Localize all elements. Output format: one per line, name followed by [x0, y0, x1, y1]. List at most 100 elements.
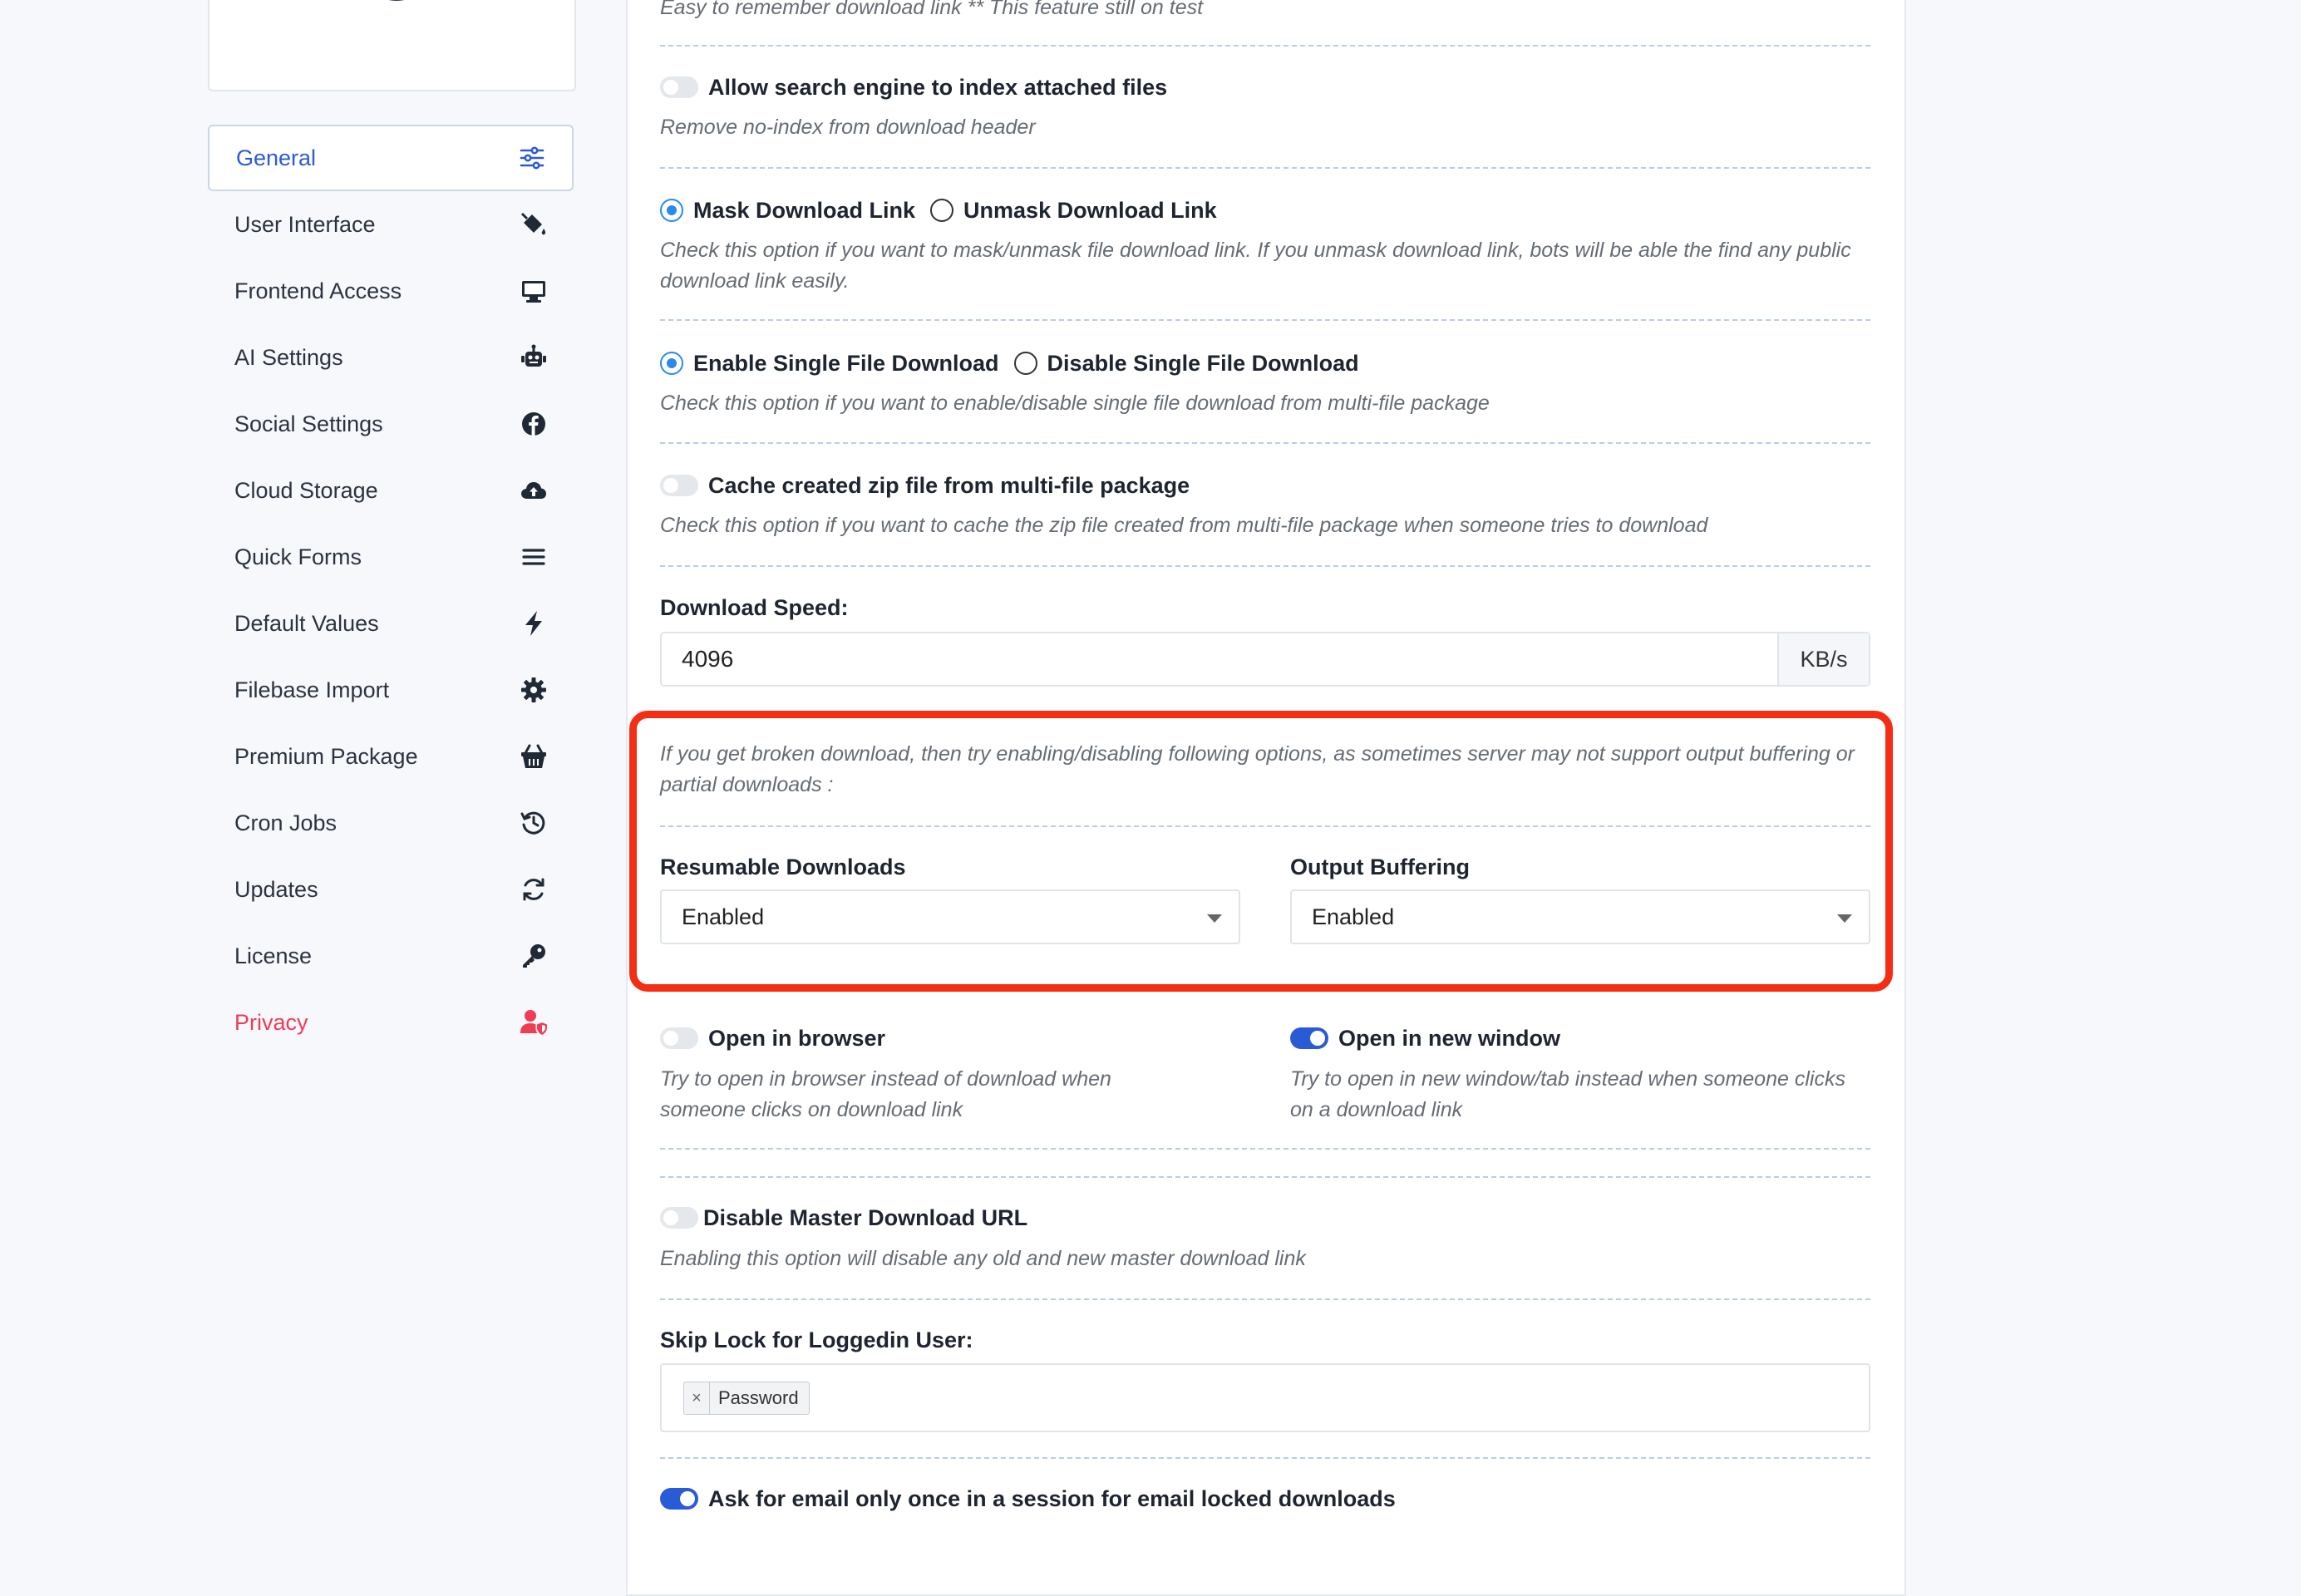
- sidebar-item-label: AI Settings: [234, 344, 343, 370]
- skip-lock-tags-input[interactable]: × Password: [660, 1363, 1870, 1432]
- bars-icon: [519, 542, 549, 572]
- sidebar-item-label: Quick Forms: [234, 544, 362, 569]
- sidebar-item-label: Premium Package: [234, 743, 418, 769]
- ask-email-label: Ask for email only once in a session for…: [708, 1485, 1396, 1511]
- sidebar-item-label: Privacy: [234, 1009, 308, 1035]
- download-speed-label: Download Speed:: [660, 595, 849, 620]
- sidebar-item-label: Default Values: [234, 610, 379, 636]
- sidebar-item-general[interactable]: General: [208, 125, 574, 191]
- sidebar-nav: General User Interface Frontend Access A…: [208, 125, 574, 1056]
- open-browser-label: Open in browser: [708, 1025, 886, 1051]
- sidebar-item-frontend-access[interactable]: Frontend Access: [208, 258, 574, 324]
- divider: [660, 565, 1870, 567]
- divider: [660, 45, 1870, 47]
- link-feature-note: Easy to remember download link ** This f…: [660, 0, 1204, 19]
- single-file-row: Enable Single File Download Disable Sing…: [660, 349, 1359, 377]
- disable-master-toggle[interactable]: [660, 1207, 698, 1229]
- mask-link-row: Mask Download Link Unmask Download Link: [660, 196, 1217, 224]
- divider: [660, 1176, 1870, 1178]
- highlight-annotation: [629, 711, 1893, 992]
- disable-single-file-label: Disable Single File Download: [1047, 350, 1359, 376]
- open-new-window-note: Try to open in new window/tab instead wh…: [1290, 1067, 1845, 1121]
- sidebar-item-cron-jobs[interactable]: Cron Jobs: [208, 790, 574, 856]
- gear-icon: [519, 675, 549, 705]
- cache-zip-note: Check this option if you want to cache t…: [660, 514, 1708, 537]
- open-browser-note: Try to open in browser instead of downlo…: [660, 1067, 1111, 1121]
- open-browser-toggle[interactable]: [660, 1027, 698, 1049]
- basket-icon: [519, 741, 549, 771]
- sidebar-item-label: Updates: [234, 876, 318, 902]
- download-speed-input[interactable]: 4096: [662, 633, 1777, 685]
- sidebar-item-label: Filebase Import: [234, 677, 390, 702]
- paint-bucket-icon: [519, 209, 549, 239]
- sidebar-item-premium-package[interactable]: Premium Package: [208, 723, 574, 790]
- sidebar-item-label: License: [234, 943, 313, 968]
- open-new-window-label: Open in new window: [1338, 1025, 1560, 1051]
- tag-remove-button[interactable]: ×: [684, 1382, 710, 1414]
- divider: [660, 1148, 1870, 1150]
- sync-icon: [519, 874, 549, 904]
- unmask-link-label: Unmask Download Link: [963, 197, 1217, 223]
- sliders-icon: [517, 143, 547, 173]
- mask-link-label: Mask Download Link: [693, 197, 916, 223]
- sidebar-item-user-interface[interactable]: User Interface: [208, 191, 574, 258]
- open-new-window-toggle[interactable]: [1290, 1027, 1328, 1049]
- index-files-note: Remove no-index from download header: [660, 116, 1036, 139]
- sidebar-item-label: Cron Jobs: [234, 810, 338, 835]
- open-new-window-row: Open in new window: [1290, 1024, 1560, 1052]
- sidebar-item-ai-settings[interactable]: AI Settings: [208, 324, 574, 391]
- sidebar-item-label: User Interface: [234, 211, 376, 237]
- sidebar-item-social-settings[interactable]: Social Settings: [208, 391, 574, 457]
- open-browser-row: Open in browser: [660, 1024, 885, 1052]
- cache-zip-label: Cache created zip file from multi-file p…: [708, 472, 1190, 498]
- bolt-icon: [519, 608, 549, 638]
- sidebar-item-label: Frontend Access: [234, 278, 402, 303]
- divider: [660, 442, 1870, 444]
- index-files-row: Allow search engine to index attached fi…: [660, 73, 1167, 101]
- history-icon: [519, 808, 549, 838]
- sidebar-item-label: Cloud Storage: [234, 477, 378, 503]
- sidebar-item-label: General: [236, 145, 317, 170]
- unmask-link-radio[interactable]: [930, 199, 954, 222]
- skip-lock-label: Skip Lock for Loggedin User:: [660, 1328, 973, 1352]
- facebook-icon: [519, 409, 549, 439]
- index-files-toggle[interactable]: [660, 76, 698, 98]
- sidebar-item-updates[interactable]: Updates: [208, 856, 574, 923]
- divider: [660, 1457, 1870, 1459]
- divider: [660, 1298, 1870, 1300]
- enable-single-file-label: Enable Single File Download: [693, 350, 999, 376]
- logo-card: [208, 0, 576, 91]
- key-icon: [519, 941, 549, 971]
- ask-email-row: Ask for email only once in a session for…: [660, 1485, 1396, 1513]
- disable-single-file-radio[interactable]: [1013, 352, 1037, 375]
- ask-email-toggle[interactable]: [660, 1488, 698, 1510]
- cache-zip-toggle[interactable]: [660, 475, 698, 496]
- sidebar-item-filebase-import[interactable]: Filebase Import: [208, 657, 574, 723]
- sidebar-item-privacy[interactable]: Privacy: [208, 989, 574, 1056]
- desktop-icon: [519, 276, 549, 306]
- mask-link-radio[interactable]: [660, 199, 683, 222]
- user-shield-icon: [519, 1007, 549, 1037]
- logo-image: [359, 0, 434, 1]
- sidebar-item-cloud-storage[interactable]: Cloud Storage: [208, 457, 574, 524]
- disable-master-label: Disable Master Download URL: [703, 1204, 1028, 1230]
- cache-zip-row: Cache created zip file from multi-file p…: [660, 471, 1190, 500]
- mask-link-note: Check this option if you want to mask/un…: [660, 239, 1851, 293]
- cloud-upload-icon: [519, 475, 549, 505]
- sidebar-item-license[interactable]: License: [208, 923, 574, 989]
- robot-icon: [519, 342, 549, 372]
- tag-password: × Password: [683, 1382, 810, 1415]
- tag-label: Password: [718, 1387, 799, 1408]
- disable-master-row: Disable Master Download URL: [660, 1204, 1027, 1232]
- divider: [660, 319, 1870, 321]
- sidebar-item-quick-forms[interactable]: Quick Forms: [208, 524, 574, 590]
- sidebar-item-default-values[interactable]: Default Values: [208, 590, 574, 657]
- download-speed-unit: KB/s: [1777, 633, 1869, 685]
- single-file-note: Check this option if you want to enable/…: [660, 392, 1490, 415]
- disable-master-note: Enabling this option will disable any ol…: [660, 1247, 1306, 1270]
- divider: [660, 167, 1870, 169]
- sidebar-item-label: Social Settings: [234, 411, 383, 436]
- download-speed-input-group: 4096 KB/s: [660, 632, 1870, 687]
- index-files-label: Allow search engine to index attached fi…: [708, 74, 1168, 100]
- enable-single-file-radio[interactable]: [660, 352, 683, 375]
